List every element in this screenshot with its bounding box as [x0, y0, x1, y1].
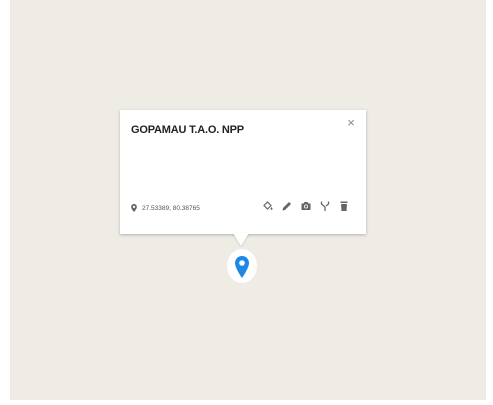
- popup-title: GOPAMAU T.A.O. NPP: [131, 124, 244, 136]
- map-marker[interactable]: [235, 256, 249, 283]
- popup-toolbar: [262, 200, 350, 212]
- info-popup: GOPAMAU T.A.O. NPP × 27.53389, 80.38765: [120, 110, 366, 234]
- popup-pointer: [233, 233, 249, 246]
- camera-icon[interactable]: [300, 200, 312, 212]
- pencil-icon[interactable]: [281, 200, 293, 212]
- coordinates: 27.53389, 80.38765: [131, 204, 200, 212]
- map-pin-icon: [131, 204, 137, 212]
- trash-icon[interactable]: [338, 200, 350, 212]
- map-pin-icon: [235, 256, 249, 278]
- close-button[interactable]: ×: [344, 116, 358, 130]
- coordinates-text: 27.53389, 80.38765: [142, 204, 200, 212]
- paint-bucket-icon[interactable]: [262, 200, 274, 212]
- routing-icon[interactable]: [319, 200, 331, 212]
